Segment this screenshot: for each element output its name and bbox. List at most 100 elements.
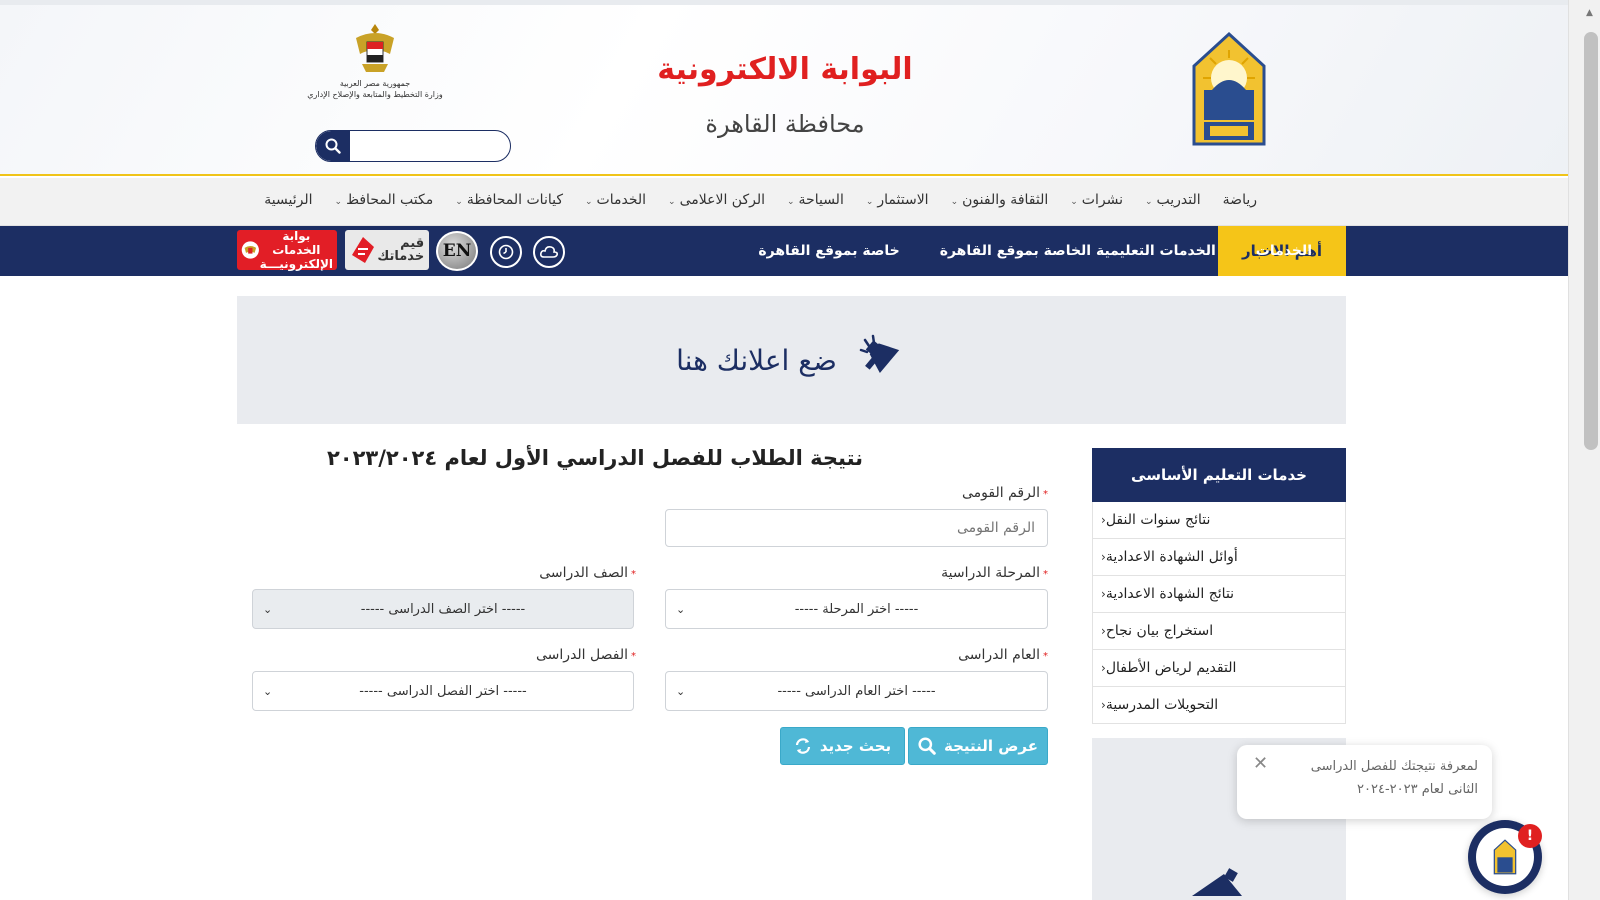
chevron-down-icon: ⌄ bbox=[263, 684, 273, 698]
chevron-down-icon: ⌄ bbox=[585, 197, 593, 207]
services-link[interactable]: الخدمات bbox=[1256, 243, 1312, 259]
chevron-left-icon: ‹ bbox=[1101, 513, 1106, 527]
stage-label-text: المرحلة الدراسية bbox=[941, 565, 1040, 581]
nav-item-0[interactable]: الرئيسية bbox=[253, 192, 323, 208]
nav-item-4[interactable]: الركن الاعلامى⌄ bbox=[657, 192, 776, 208]
sidebar-item-kindergarten[interactable]: التقديم لرياض الأطفال ‹ bbox=[1093, 650, 1345, 687]
site-header: البوابة الالكترونية محافظة القاهرة جمهور… bbox=[0, 0, 1568, 176]
chevron-down-icon: ⌄ bbox=[668, 197, 676, 207]
clock-icon bbox=[498, 244, 514, 260]
sidebar-item-label: التحويلات المدرسية bbox=[1105, 697, 1219, 713]
education-services-link[interactable]: الخدمات التعليمية الخاصة بموقع القاهرة bbox=[940, 243, 1216, 259]
sidebar-title: خدمات التعليم الأساسى bbox=[1092, 448, 1346, 502]
new-search-button[interactable]: بحث جديد bbox=[780, 727, 905, 765]
new-search-label: بحث جديد bbox=[819, 737, 892, 755]
search-icon bbox=[325, 138, 341, 154]
chevron-left-icon: ‹ bbox=[1101, 587, 1106, 601]
ministry-line-2: وزارة التخطيط والمتابعة والإصلاح الإداري bbox=[307, 90, 443, 99]
required-mark: * bbox=[631, 651, 636, 662]
required-mark: * bbox=[631, 569, 636, 580]
sidebar-item-label: استخراج بيان نجاح bbox=[1105, 623, 1214, 639]
ad-banner[interactable]: ضع اعلانك هنا bbox=[237, 296, 1346, 424]
show-result-label: عرض النتيجة bbox=[943, 737, 1039, 755]
scroll-up-icon[interactable]: ▲ bbox=[1586, 8, 1593, 18]
nav-item-8[interactable]: نشرات⌄ bbox=[1059, 192, 1134, 208]
nav-item-label: السياحة bbox=[798, 192, 844, 208]
academic-year-select[interactable]: ⌄ ----- اختر العام الدراسى ----- bbox=[665, 671, 1048, 711]
year-label: *العام الدراسى bbox=[880, 647, 1048, 663]
national-id-input[interactable] bbox=[665, 509, 1048, 547]
nav-item-3[interactable]: الخدمات⌄ bbox=[574, 192, 657, 208]
nav-item-10[interactable]: رياضة bbox=[1212, 192, 1268, 208]
nav-item-label: الاستثمار bbox=[877, 192, 929, 208]
sidebar-item-success-statement[interactable]: استخراج بيان نجاح ‹ bbox=[1093, 613, 1345, 650]
nav-item-2[interactable]: كيانات المحافظة⌄ bbox=[444, 192, 574, 208]
sidebar-item-transfer-results[interactable]: نتائج سنوات النقل ‹ bbox=[1093, 502, 1345, 539]
national-id-label: *الرقم القومى bbox=[880, 485, 1048, 501]
sidebar-item-label: أوائل الشهادة الاعدادية bbox=[1105, 549, 1238, 565]
academic-year-value: ----- اختر العام الدراسى ----- bbox=[777, 683, 936, 699]
ad-banner-text: ضع اعلانك هنا bbox=[676, 343, 837, 377]
form-title: نتيجة الطلاب للفصل الدراسي الأول لعام ٢٠… bbox=[326, 446, 864, 470]
term-select[interactable]: ⌄ ----- اختر الفصل الدراسى ----- bbox=[252, 671, 634, 711]
nav-item-6[interactable]: الاستثمار⌄ bbox=[855, 192, 940, 208]
site-search[interactable] bbox=[315, 130, 511, 162]
nav-item-7[interactable]: الثقافة والفنون⌄ bbox=[940, 192, 1060, 208]
prayer-times-button[interactable] bbox=[490, 236, 522, 268]
portal-title: البوابة الالكترونية bbox=[657, 52, 913, 87]
weather-button[interactable] bbox=[533, 236, 565, 268]
notification-line-1: لمعرفة نتيجتك للفصل الدراسى bbox=[1310, 759, 1478, 774]
grade-select[interactable]: ⌄ ----- اختر الصف الدراسى ----- bbox=[252, 589, 634, 629]
sidebar-item-label: التقديم لرياض الأطفال bbox=[1105, 660, 1237, 676]
term-label-text: الفصل الدراسى bbox=[536, 647, 628, 663]
cairo-governorate-logo-icon[interactable] bbox=[1190, 30, 1268, 148]
nav-item-label: رياضة bbox=[1222, 192, 1257, 208]
header-top-line bbox=[0, 0, 1568, 5]
required-mark: * bbox=[1043, 569, 1048, 580]
nav-item-1[interactable]: مكتب المحافظ⌄ bbox=[324, 192, 445, 208]
e-services-portal-button[interactable]: بوابة الخدمات الإلكترونيـــة bbox=[237, 229, 337, 271]
close-icon[interactable]: ✕ bbox=[1253, 753, 1268, 774]
e-services-line-1: بوابة الخدمات bbox=[272, 229, 321, 257]
required-mark: * bbox=[1043, 651, 1048, 662]
grade-select-value: ----- اختر الصف الدراسى ----- bbox=[360, 601, 526, 617]
megaphone-icon bbox=[1192, 868, 1242, 896]
nav-item-label: الركن الاعلامى bbox=[679, 192, 765, 208]
ministry-logo[interactable]: جمهورية مصر العربية وزارة التخطيط والمتا… bbox=[305, 20, 445, 100]
cloud-icon bbox=[540, 246, 558, 258]
show-result-button[interactable]: عرض النتيجة bbox=[908, 727, 1048, 765]
nav-item-5[interactable]: السياحة⌄ bbox=[776, 192, 855, 208]
nav-item-label: الرئيسية bbox=[264, 192, 313, 208]
e-services-line-2: الإلكترونيـــة bbox=[259, 257, 333, 271]
page-scrollbar[interactable]: ▲ bbox=[1568, 0, 1600, 900]
main-nav-list: الرئيسية مكتب المحافظ⌄ كيانات المحافظة⌄ الخ… bbox=[253, 192, 1268, 208]
english-language-button[interactable]: EN bbox=[436, 231, 478, 271]
year-label-text: العام الدراسى bbox=[958, 647, 1040, 663]
grade-label-text: الصف الدراسى bbox=[539, 565, 628, 581]
ministry-line-1: جمهورية مصر العربية bbox=[339, 79, 411, 88]
chevron-left-icon: ‹ bbox=[1101, 624, 1106, 638]
stage-label: *المرحلة الدراسية bbox=[880, 565, 1048, 581]
notification-line-2: الثانى لعام ٢٠٢٣-٢٠٢٤ bbox=[1357, 782, 1478, 797]
chevron-down-icon: ⌄ bbox=[787, 197, 795, 207]
scrollbar-thumb[interactable] bbox=[1584, 32, 1598, 450]
national-id-label-text: الرقم القومى bbox=[962, 485, 1040, 501]
chevron-down-icon: ⌄ bbox=[1070, 197, 1078, 207]
chevron-down-icon: ⌄ bbox=[263, 602, 273, 616]
search-button[interactable] bbox=[316, 131, 350, 161]
chevron-down-icon: ⌄ bbox=[676, 684, 686, 698]
refresh-icon bbox=[795, 738, 810, 754]
chevron-down-icon: ⌄ bbox=[865, 197, 874, 207]
sidebar-item-prep-toppers[interactable]: أوائل الشهادة الاعدادية ‹ bbox=[1093, 539, 1345, 576]
sidebar-item-school-transfers[interactable]: التحويلات المدرسية ‹ bbox=[1093, 687, 1345, 724]
chevron-left-icon: ‹ bbox=[1101, 550, 1106, 564]
nav-item-label: نشرات bbox=[1081, 192, 1123, 208]
stage-select[interactable]: ⌄ ----- اختر المرحلة ----- bbox=[665, 589, 1048, 629]
term-select-value: ----- اختر الفصل الدراسى ----- bbox=[359, 683, 527, 699]
sidebar-item-prep-results[interactable]: نتائج الشهادة الاعدادية ‹ bbox=[1093, 576, 1345, 613]
cairo-specific-link[interactable]: خاصة بموقع القاهرة bbox=[758, 243, 899, 259]
nav-item-9[interactable]: التدريب⌄ bbox=[1134, 192, 1212, 208]
rate-services-button[interactable]: قيم خدماتك bbox=[345, 230, 429, 270]
result-notification[interactable]: ✕ لمعرفة نتيجتك للفصل الدراسى الثانى لعا… bbox=[1237, 745, 1492, 819]
nav-item-label: الخدمات bbox=[596, 192, 647, 208]
